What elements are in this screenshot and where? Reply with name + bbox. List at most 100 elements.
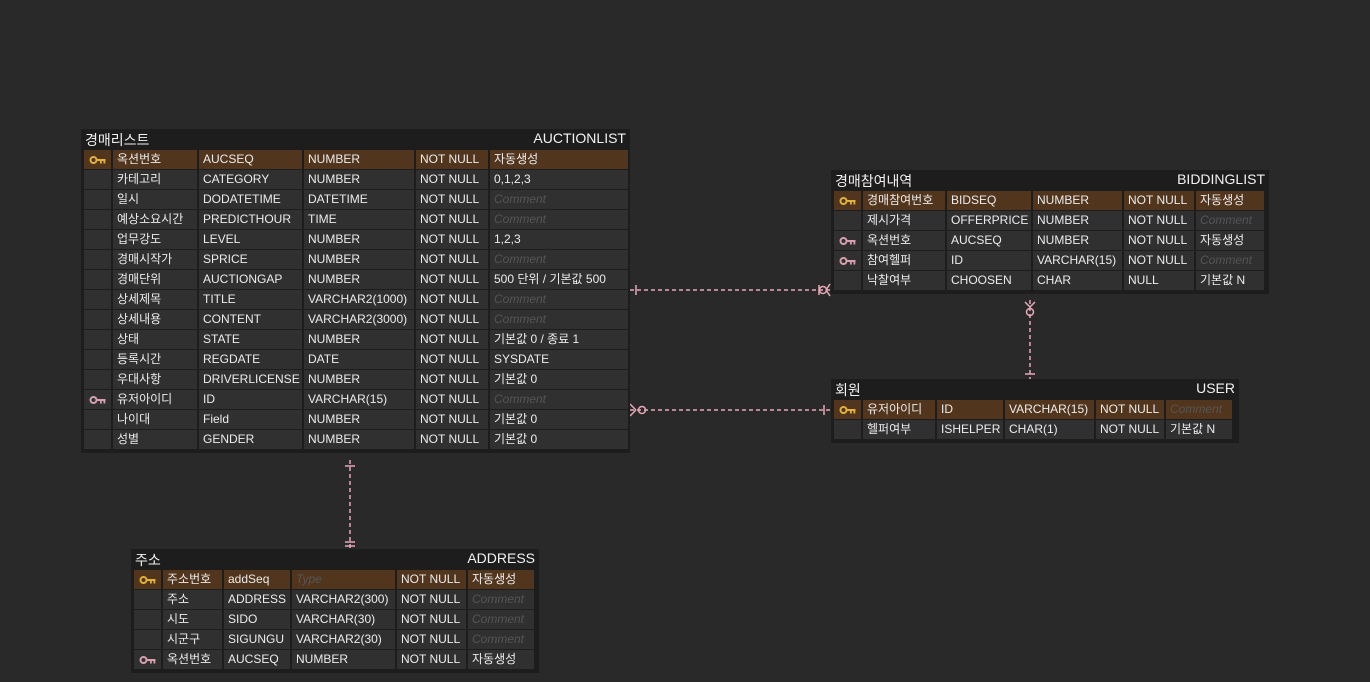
data-type-cell[interactable]: VARCHAR(15) xyxy=(304,390,414,409)
column-name-cell[interactable]: CATEGORY xyxy=(199,170,302,189)
table-row[interactable]: 나이대 Field NUMBER NOT NULL 기본값 0 xyxy=(84,410,630,430)
table-row[interactable]: 헬퍼여부 ISHELPER CHAR(1) NOT NULL 기본값 N xyxy=(834,420,1239,440)
comment-cell[interactable]: Comment xyxy=(490,190,628,209)
table-row[interactable]: 참여헬퍼 ID VARCHAR(15) NOT NULL Comment xyxy=(834,251,1269,271)
column-name-cell[interactable]: SIDO xyxy=(224,610,290,629)
column-name-cell[interactable]: CONTENT xyxy=(199,310,302,329)
comment-cell[interactable]: 기본값 N xyxy=(1166,420,1232,439)
comment-cell[interactable]: Comment xyxy=(468,590,534,609)
comment-cell[interactable]: 1,2,3 xyxy=(490,230,628,249)
table-row[interactable]: 주소번호 addSeq Type NOT NULL 자동생성 xyxy=(134,570,539,590)
table-row[interactable]: 상세제목 TITLE VARCHAR2(1000) NOT NULL Comment xyxy=(84,290,630,310)
nullable-cell[interactable]: NOT NULL xyxy=(1096,420,1164,439)
comment-cell[interactable]: 500 단위 / 기본값 500 xyxy=(490,270,628,289)
comment-cell[interactable]: Comment xyxy=(490,390,628,409)
logical-name-cell[interactable]: 유저아이디 xyxy=(113,390,197,409)
table-row[interactable]: 옥션번호 AUCSEQ NUMBER NOT NULL 자동생성 xyxy=(834,231,1269,251)
logical-name-cell[interactable]: 헬퍼여부 xyxy=(863,420,935,439)
data-type-cell[interactable]: DATE xyxy=(304,350,414,369)
logical-name-cell[interactable]: 시군구 xyxy=(163,630,222,649)
nullable-cell[interactable]: NOT NULL xyxy=(397,590,466,609)
comment-cell[interactable]: 자동생성 xyxy=(1196,191,1264,210)
data-type-cell[interactable]: NUMBER xyxy=(1033,191,1122,210)
nullable-cell[interactable]: NOT NULL xyxy=(416,410,488,429)
data-type-cell[interactable]: DATETIME xyxy=(304,190,414,209)
data-type-cell[interactable]: VARCHAR(15) xyxy=(1033,251,1122,270)
table-header[interactable]: 경매참여내역 BIDDINGLIST xyxy=(831,170,1269,191)
table-row[interactable]: 우대사항 DRIVERLICENSE NUMBER NOT NULL 기본값 0 xyxy=(84,370,630,390)
nullable-cell[interactable]: NOT NULL xyxy=(416,310,488,329)
logical-name-cell[interactable]: 참여헬퍼 xyxy=(863,251,945,270)
nullable-cell[interactable]: NOT NULL xyxy=(1124,251,1194,270)
data-type-cell[interactable]: NUMBER xyxy=(304,270,414,289)
column-name-cell[interactable]: AUCSEQ xyxy=(224,650,290,669)
nullable-cell[interactable]: NOT NULL xyxy=(416,370,488,389)
table-header[interactable]: 경매리스트 AUCTIONLIST xyxy=(81,129,630,150)
column-name-cell[interactable]: ID xyxy=(937,400,1003,419)
logical-name-cell[interactable]: 옥션번호 xyxy=(163,650,222,669)
logical-name-cell[interactable]: 일시 xyxy=(113,190,197,209)
data-type-cell[interactable]: VARCHAR(15) xyxy=(1005,400,1094,419)
column-name-cell[interactable]: CHOOSEN xyxy=(947,271,1031,290)
nullable-cell[interactable]: NOT NULL xyxy=(416,290,488,309)
nullable-cell[interactable]: NOT NULL xyxy=(397,650,466,669)
table-row[interactable]: 경매시작가 SPRICE NUMBER NOT NULL Comment xyxy=(84,250,630,270)
nullable-cell[interactable]: NOT NULL xyxy=(416,230,488,249)
column-name-cell[interactable]: REGDATE xyxy=(199,350,302,369)
nullable-cell[interactable]: NOT NULL xyxy=(416,430,488,449)
data-type-cell[interactable]: VARCHAR2(1000) xyxy=(304,290,414,309)
comment-cell[interactable]: Comment xyxy=(490,210,628,229)
comment-cell[interactable]: 자동생성 xyxy=(1196,231,1264,250)
data-type-cell[interactable]: VARCHAR2(300) xyxy=(292,590,395,609)
table-row[interactable]: 경매참여번호 BIDSEQ NUMBER NOT NULL 자동생성 xyxy=(834,191,1269,211)
column-name-cell[interactable]: SIGUNGU xyxy=(224,630,290,649)
table-row[interactable]: 시도 SIDO VARCHAR(30) NOT NULL Comment xyxy=(134,610,539,630)
column-name-cell[interactable]: AUCTIONGAP xyxy=(199,270,302,289)
table-row[interactable]: 카테고리 CATEGORY NUMBER NOT NULL 0,1,2,3 xyxy=(84,170,630,190)
column-name-cell[interactable]: ID xyxy=(199,390,302,409)
table-row[interactable]: 상세내용 CONTENT VARCHAR2(3000) NOT NULL Comment xyxy=(84,310,630,330)
table-header[interactable]: 회원 USER xyxy=(831,379,1239,400)
nullable-cell[interactable]: NOT NULL xyxy=(397,630,466,649)
nullable-cell[interactable]: NOT NULL xyxy=(416,270,488,289)
data-type-cell[interactable]: CHAR xyxy=(1033,271,1122,290)
data-type-cell[interactable]: NUMBER xyxy=(304,430,414,449)
table-row[interactable]: 옥션번호 AUCSEQ NUMBER NOT NULL 자동생성 xyxy=(134,650,539,670)
logical-name-cell[interactable]: 주소 xyxy=(163,590,222,609)
data-type-cell[interactable]: CHAR(1) xyxy=(1005,420,1094,439)
comment-cell[interactable]: 자동생성 xyxy=(490,150,628,169)
table-row[interactable]: 제시가격 OFFERPRICE NUMBER NOT NULL Comment xyxy=(834,211,1269,231)
column-name-cell[interactable]: addSeq xyxy=(224,570,290,589)
nullable-cell[interactable]: NOT NULL xyxy=(416,190,488,209)
comment-cell[interactable]: 0,1,2,3 xyxy=(490,170,628,189)
logical-name-cell[interactable]: 카테고리 xyxy=(113,170,197,189)
nullable-cell[interactable]: NOT NULL xyxy=(416,390,488,409)
column-name-cell[interactable]: GENDER xyxy=(199,430,302,449)
comment-cell[interactable]: 기본값 0 xyxy=(490,370,628,389)
data-type-cell[interactable]: NUMBER xyxy=(304,370,414,389)
table-row[interactable]: 상태 STATE NUMBER NOT NULL 기본값 0 / 종료 1 xyxy=(84,330,630,350)
nullable-cell[interactable]: NOT NULL xyxy=(416,210,488,229)
data-type-cell[interactable]: NUMBER xyxy=(304,250,414,269)
comment-cell[interactable]: Comment xyxy=(490,310,628,329)
comment-cell[interactable]: Comment xyxy=(1196,211,1264,230)
column-name-cell[interactable]: ID xyxy=(947,251,1031,270)
column-name-cell[interactable]: OFFERPRICE xyxy=(947,211,1031,230)
nullable-cell[interactable]: NULL xyxy=(1124,271,1194,290)
data-type-cell[interactable]: NUMBER xyxy=(304,330,414,349)
column-name-cell[interactable]: SPRICE xyxy=(199,250,302,269)
data-type-cell[interactable]: VARCHAR(30) xyxy=(292,610,395,629)
table-row[interactable]: 낙찰여부 CHOOSEN CHAR NULL 기본값 N xyxy=(834,271,1269,291)
logical-name-cell[interactable]: 업무강도 xyxy=(113,230,197,249)
logical-name-cell[interactable]: 주소번호 xyxy=(163,570,222,589)
comment-cell[interactable]: SYSDATE xyxy=(490,350,628,369)
column-name-cell[interactable]: ISHELPER xyxy=(937,420,1003,439)
data-type-cell[interactable]: NUMBER xyxy=(304,170,414,189)
column-name-cell[interactable]: AUCSEQ xyxy=(947,231,1031,250)
table-row[interactable]: 등록시간 REGDATE DATE NOT NULL SYSDATE xyxy=(84,350,630,370)
data-type-cell[interactable]: NUMBER xyxy=(1033,211,1122,230)
comment-cell[interactable]: 기본값 0 / 종료 1 xyxy=(490,330,628,349)
nullable-cell[interactable]: NOT NULL xyxy=(1124,211,1194,230)
logical-name-cell[interactable]: 등록시간 xyxy=(113,350,197,369)
comment-cell[interactable]: Comment xyxy=(1166,400,1232,419)
